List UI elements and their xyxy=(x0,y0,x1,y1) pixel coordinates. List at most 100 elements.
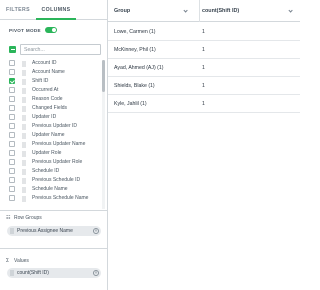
tab-filters[interactable]: FILTERS xyxy=(0,0,36,20)
column-label: Previous Updater Name xyxy=(32,141,86,147)
count-cell: 1 xyxy=(202,101,205,107)
drag-handle-icon[interactable] xyxy=(22,96,26,103)
row-groups-title: Row Groups xyxy=(14,215,42,221)
table-row[interactable]: Shields, Blake (1) 1 xyxy=(108,77,300,95)
column-list-item[interactable]: Account ID xyxy=(0,59,104,68)
column-list-item[interactable]: Previous Schedule Name xyxy=(0,194,104,203)
drag-handle-icon[interactable] xyxy=(22,150,26,157)
pivot-mode-toggle[interactable] xyxy=(44,27,57,33)
column-label: Changed Fields xyxy=(32,105,68,111)
section-divider xyxy=(0,210,107,211)
indeterminate-icon xyxy=(10,49,15,50)
group-cell[interactable]: Lowe, Carmen (1) xyxy=(114,23,156,41)
column-search-input[interactable] xyxy=(20,44,101,55)
column-list-item[interactable]: Previous Updater Role xyxy=(0,158,104,167)
select-all-checkbox[interactable] xyxy=(9,46,16,53)
count-cell: 1 xyxy=(202,47,205,53)
table-row[interactable]: McKinney, Phil (1) 1 xyxy=(108,41,300,59)
remove-value-icon[interactable]: × xyxy=(93,270,99,276)
column-list-item[interactable]: Schedule ID xyxy=(0,167,104,176)
column-list-item[interactable]: Account Name xyxy=(0,68,104,77)
column-checkbox[interactable] xyxy=(9,123,15,129)
table-row[interactable]: Lowe, Carmen (1) 1 xyxy=(108,23,300,41)
table-row[interactable]: Kyle, Jahlil (1) 1 xyxy=(108,95,300,113)
column-checkbox[interactable] xyxy=(9,105,15,111)
column-list-scrollbar[interactable] xyxy=(102,60,105,209)
drag-handle-icon[interactable] xyxy=(10,228,14,234)
drag-handle-icon[interactable] xyxy=(22,60,26,67)
data-grid: Group count(Shift ID) Lowe, Carmen (1) 1 M… xyxy=(108,0,300,290)
row-group-pill[interactable]: Previous Assignee Name × xyxy=(7,226,101,236)
group-cell[interactable]: Ayad, Ahmed (AJ) (1) xyxy=(114,59,164,77)
drag-handle-icon[interactable] xyxy=(22,87,26,94)
drag-handle-icon[interactable] xyxy=(22,69,26,76)
drag-handle-icon[interactable] xyxy=(22,168,26,175)
tool-panel: FILTERS COLUMNS PIVOT MODE Account IDAcc… xyxy=(0,0,108,290)
drag-handle-icon[interactable] xyxy=(22,186,26,193)
column-label: Previous Schedule Name xyxy=(32,195,89,201)
table-row[interactable]: Ayad, Ahmed (AJ) (1) 1 xyxy=(108,59,300,77)
value-pill[interactable]: count(Shift ID) × xyxy=(7,268,101,278)
group-cell[interactable]: McKinney, Phil (1) xyxy=(114,41,156,59)
drag-handle-icon[interactable] xyxy=(22,159,26,166)
column-list: Account ID Account Name Shift ID Occurred A… xyxy=(0,59,104,209)
drag-handle-icon[interactable] xyxy=(22,132,26,139)
drag-handle-icon[interactable] xyxy=(22,78,26,85)
drag-handle-icon[interactable] xyxy=(22,114,26,121)
count-cell: 1 xyxy=(202,29,205,35)
drag-handle-icon[interactable] xyxy=(22,177,26,184)
drag-handle-icon[interactable] xyxy=(22,141,26,148)
drag-handle-icon[interactable] xyxy=(22,195,26,202)
chevron-down-icon[interactable] xyxy=(288,9,292,13)
row-groups-header: ☷ Row Groups xyxy=(6,214,42,222)
column-list-item[interactable]: Occurred At xyxy=(0,86,104,95)
column-checkbox[interactable] xyxy=(9,69,15,75)
header-count-shift-id[interactable]: count(Shift ID) xyxy=(202,0,297,22)
column-list-item[interactable]: Updater Name xyxy=(0,131,104,140)
column-label: Shift ID xyxy=(32,78,49,84)
column-checkbox[interactable] xyxy=(9,114,15,120)
column-list-item[interactable]: Updater ID xyxy=(0,113,104,122)
column-checkbox[interactable] xyxy=(9,96,15,102)
column-label: Updater ID xyxy=(32,114,57,120)
header-divider xyxy=(199,0,200,22)
remove-row-group-icon[interactable]: × xyxy=(93,228,99,234)
column-checkbox[interactable] xyxy=(9,195,15,201)
column-list-item[interactable]: Updater Role xyxy=(0,149,104,158)
column-checkbox[interactable] xyxy=(9,132,15,138)
values-header: Σ Values xyxy=(6,257,29,265)
column-checkbox[interactable] xyxy=(9,159,15,165)
column-list-item[interactable]: Schedule Name xyxy=(0,185,104,194)
column-checkbox[interactable] xyxy=(9,60,15,66)
column-list-item[interactable]: Reason Code xyxy=(0,95,104,104)
column-list-item[interactable]: Previous Schedule ID xyxy=(0,176,104,185)
column-checkbox[interactable] xyxy=(9,78,15,84)
column-checkbox[interactable] xyxy=(9,186,15,192)
column-label: Occurred At xyxy=(32,87,59,93)
column-list-item[interactable]: Previous Updater ID xyxy=(0,122,104,131)
column-checkbox[interactable] xyxy=(9,150,15,156)
column-checkbox[interactable] xyxy=(9,168,15,174)
column-checkbox[interactable] xyxy=(9,141,15,147)
column-checkbox[interactable] xyxy=(9,177,15,183)
column-label: Schedule ID xyxy=(32,168,60,174)
column-list-item[interactable]: Changed Fields xyxy=(0,104,104,113)
column-label: Reason Code xyxy=(32,96,63,102)
drag-handle-icon[interactable] xyxy=(10,270,14,276)
count-cell: 1 xyxy=(202,83,205,89)
column-list-item[interactable]: Previous Updater Name xyxy=(0,140,104,149)
group-cell[interactable]: Shields, Blake (1) xyxy=(114,77,155,95)
tab-columns[interactable]: COLUMNS xyxy=(36,0,76,20)
column-label: Account ID xyxy=(32,60,57,66)
column-checkbox[interactable] xyxy=(9,87,15,93)
drag-handle-icon[interactable] xyxy=(22,105,26,112)
column-list-item[interactable]: Shift ID xyxy=(0,77,104,86)
pivot-mode-label: PIVOT MODE xyxy=(9,27,41,33)
drag-handle-icon[interactable] xyxy=(22,123,26,130)
toggle-knob xyxy=(51,27,57,33)
pivot-mode: PIVOT MODE xyxy=(9,26,57,34)
chevron-down-icon[interactable] xyxy=(183,9,187,13)
scrollbar-thumb[interactable] xyxy=(102,60,105,92)
column-label: Previous Updater ID xyxy=(32,123,78,129)
group-cell[interactable]: Kyle, Jahlil (1) xyxy=(114,95,147,113)
